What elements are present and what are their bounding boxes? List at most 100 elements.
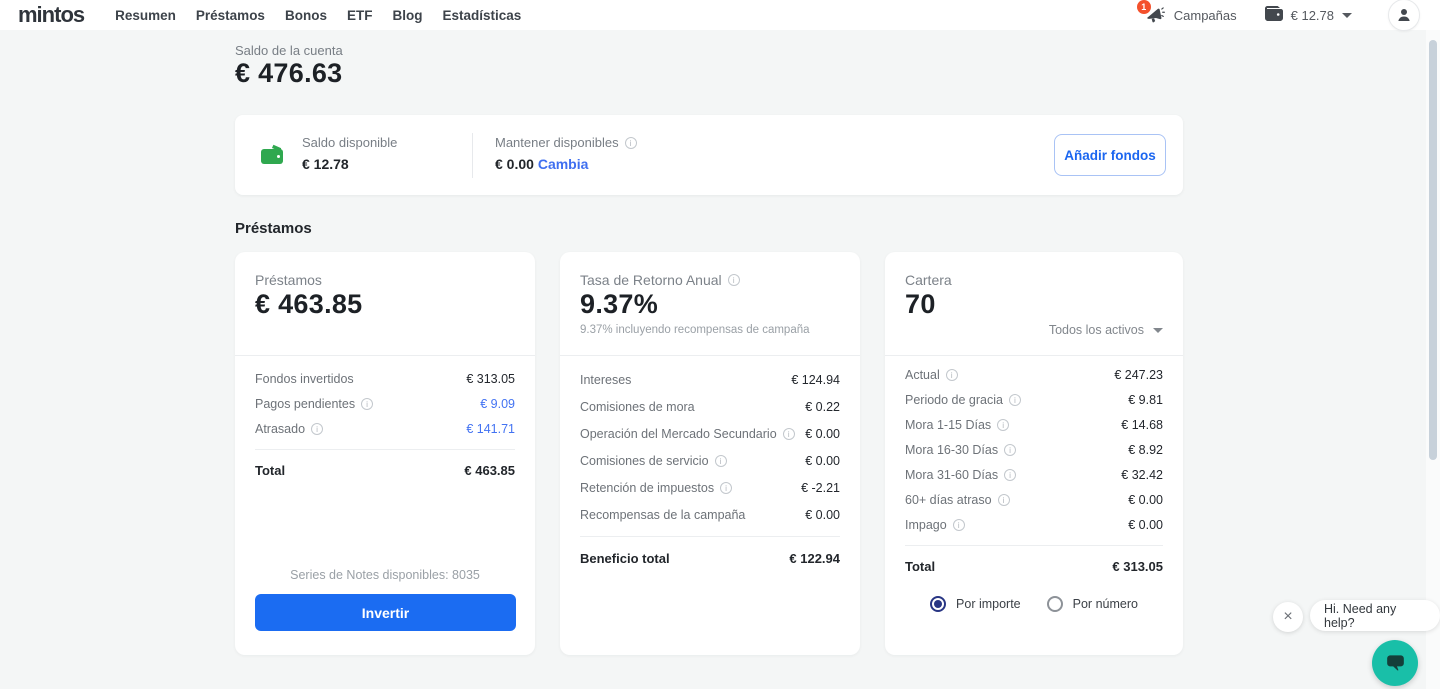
total-label: Total [905, 559, 935, 574]
row-label: Periodo de gracia [905, 393, 1003, 407]
info-icon[interactable] [728, 274, 740, 286]
info-icon[interactable] [783, 428, 795, 440]
keep-available-block: Mantener disponibles € 0.00 Cambia [495, 135, 637, 172]
chat-launcher-button[interactable] [1372, 640, 1418, 686]
portfolio-count: 70 [905, 289, 936, 320]
nav-item-etf[interactable]: ETF [347, 8, 373, 23]
wallet-balance-dropdown[interactable]: € 12.78 [1264, 5, 1352, 26]
loans-breakdown: Fondos invertidos € 313.05 Pagos pendien… [255, 366, 515, 483]
info-icon[interactable] [625, 137, 637, 149]
row-label: Intereses [580, 373, 631, 387]
available-balance-label: Saldo disponible [302, 135, 397, 150]
campaigns-link[interactable]: 1 Campañas [1143, 4, 1237, 26]
person-icon [1395, 6, 1413, 24]
chat-greeting-bubble[interactable]: Hi. Need any help? [1310, 600, 1440, 631]
available-balance-value: € 12.78 [302, 156, 397, 172]
available-balance-block: Saldo disponible € 12.78 [302, 135, 397, 172]
wallet-amount: € 12.78 [1291, 8, 1334, 23]
loans-card: Préstamos € 463.85 Fondos invertidos € 3… [235, 252, 535, 655]
info-icon[interactable] [720, 482, 732, 494]
row-label: Comisiones de mora [580, 400, 695, 414]
row-label: Recompensas de la campaña [580, 508, 745, 522]
radio-por-numero[interactable]: Por número [1047, 596, 1138, 612]
info-icon[interactable] [715, 455, 727, 467]
info-icon[interactable] [997, 419, 1009, 431]
row-value: € 247.23 [1114, 368, 1163, 382]
return-rate-value: 9.37% [580, 289, 658, 320]
avatar[interactable] [1388, 0, 1420, 31]
total-row: Total € 463.85 [255, 458, 515, 483]
info-icon[interactable] [311, 423, 323, 435]
nav-item-prestamos[interactable]: Préstamos [196, 8, 265, 23]
mintos-logo[interactable]: mintos [18, 2, 84, 28]
divider [560, 355, 860, 356]
info-icon[interactable] [1009, 394, 1021, 406]
info-icon[interactable] [998, 494, 1010, 506]
chevron-down-icon [1153, 328, 1163, 333]
table-row: Operación del Mercado Secundario € 0.00 [580, 420, 840, 447]
section-title-loans: Préstamos [235, 220, 312, 237]
speech-bubble-icon [1383, 651, 1408, 676]
divider [580, 536, 840, 537]
total-label: Beneficio total [580, 551, 670, 566]
total-value: € 313.05 [1112, 559, 1163, 574]
table-row: Actual € 247.23 [905, 362, 1163, 387]
wallet-icon-green [259, 143, 286, 172]
return-card-title: Tasa de Retorno Anual [580, 272, 722, 288]
chat-dismiss-button[interactable] [1273, 602, 1303, 632]
main-nav: Resumen Préstamos Bonos ETF Blog Estadís… [115, 8, 541, 23]
radio-por-importe[interactable]: Por importe [930, 596, 1021, 612]
balance-card: Saldo disponible € 12.78 Mantener dispon… [235, 115, 1183, 195]
row-label: Mora 1-15 Días [905, 418, 991, 432]
portfolio-filter-dropdown[interactable]: Todos los activos [1049, 323, 1163, 337]
radio-label: Por importe [956, 597, 1021, 611]
row-value: € 313.05 [466, 372, 515, 386]
row-value-link[interactable]: € 9.09 [480, 397, 515, 411]
row-value: € -2.21 [801, 481, 840, 495]
invest-button[interactable]: Invertir [255, 594, 516, 631]
nav-right-group: 1 Campañas € 12.78 [1143, 0, 1420, 31]
row-value: € 0.00 [1128, 493, 1163, 507]
table-row: Intereses € 124.94 [580, 366, 840, 393]
top-navigation: mintos Resumen Préstamos Bonos ETF Blog … [0, 0, 1440, 30]
wallet-icon [1264, 5, 1291, 26]
radio-selected-icon [930, 596, 946, 612]
chevron-down-icon [1342, 13, 1352, 18]
change-link[interactable]: Cambia [538, 156, 589, 172]
info-icon[interactable] [1004, 444, 1016, 456]
nav-item-estadisticas[interactable]: Estadísticas [442, 8, 521, 23]
info-icon[interactable] [953, 519, 965, 531]
portfolio-breakdown: Actual € 247.23 Periodo de gracia € 9.81… [905, 362, 1163, 579]
account-balance-label: Saldo de la cuenta [235, 43, 343, 58]
return-rate-subtitle: 9.37% incluyendo recompensas de campaña [580, 324, 810, 336]
row-value: € 0.00 [805, 508, 840, 522]
keep-available-label: Mantener disponibles [495, 135, 619, 150]
divider [235, 355, 535, 356]
radio-label: Por número [1073, 597, 1138, 611]
row-value: € 14.68 [1121, 418, 1163, 432]
annual-return-card: Tasa de Retorno Anual 9.37% 9.37% incluy… [560, 252, 860, 655]
table-row: Impago € 0.00 [905, 512, 1163, 537]
nav-item-blog[interactable]: Blog [392, 8, 422, 23]
loans-card-title: Préstamos [255, 272, 322, 288]
row-label: Atrasado [255, 422, 305, 436]
info-icon[interactable] [361, 398, 373, 410]
row-value-link[interactable]: € 141.71 [466, 422, 515, 436]
megaphone-icon: 1 [1143, 4, 1165, 26]
scrollbar-thumb[interactable] [1429, 40, 1437, 460]
info-icon[interactable] [1004, 469, 1016, 481]
row-label: Fondos invertidos [255, 372, 354, 386]
campaigns-label: Campañas [1174, 8, 1237, 23]
row-value: € 8.92 [1128, 443, 1163, 457]
row-value: € 0.00 [805, 454, 840, 468]
row-label: 60+ días atraso [905, 493, 992, 507]
nav-item-resumen[interactable]: Resumen [115, 8, 176, 23]
notes-available-text: Series de Notes disponibles: 8035 [235, 568, 535, 582]
row-value: € 9.81 [1128, 393, 1163, 407]
table-row: Mora 16-30 Días € 8.92 [905, 437, 1163, 462]
table-row: Periodo de gracia € 9.81 [905, 387, 1163, 412]
portfolio-view-toggle: Por importe Por número [885, 596, 1183, 612]
info-icon[interactable] [946, 369, 958, 381]
nav-item-bonos[interactable]: Bonos [285, 8, 327, 23]
add-funds-button[interactable]: Añadir fondos [1054, 134, 1166, 176]
